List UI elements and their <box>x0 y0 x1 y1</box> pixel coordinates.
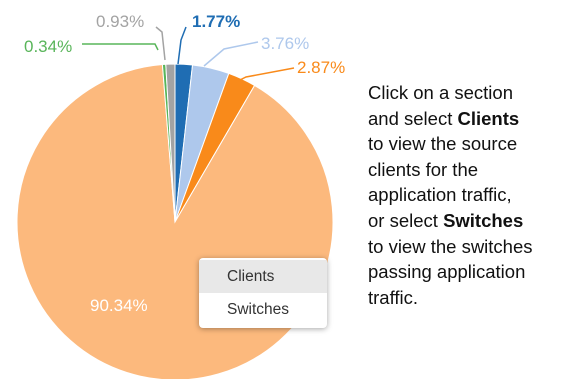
context-menu: Clients Switches <box>199 258 327 328</box>
instructions-line: passing application <box>368 261 526 283</box>
instructions-line: to view the switches <box>368 235 533 257</box>
instructions-line: to view the source <box>368 133 518 155</box>
leader-line <box>203 41 259 67</box>
leader-line <box>177 26 187 65</box>
instructions-line: and select Clients <box>368 106 580 132</box>
menu-item-switches[interactable]: Switches <box>199 293 327 326</box>
instructions-line: or select Switches <box>368 208 580 234</box>
instructions-text-fragment: and select <box>368 107 458 129</box>
instructions-bold-clients: Clients <box>457 107 520 129</box>
instructions-bold-switches: Switches <box>443 209 524 231</box>
instructions-line: clients for the <box>368 158 479 180</box>
slice-label: 0.34% <box>24 37 72 56</box>
slice-label: 90.34% <box>90 296 148 315</box>
instructions-line: traffic. <box>368 286 419 308</box>
instructions-line: Click on a section <box>368 82 513 103</box>
slice-label: 2.87% <box>297 58 345 77</box>
menu-item-clients[interactable]: Clients <box>199 260 327 293</box>
instructions-text: Click on a section and select Clients to… <box>368 80 580 310</box>
instructions-text-fragment: or select <box>368 209 444 231</box>
slice-label: 3.76% <box>261 34 309 53</box>
leader-line <box>155 26 166 61</box>
slice-label: 0.93% <box>96 12 144 31</box>
instructions-line: application traffic, <box>368 184 512 206</box>
slice-label: 1.77% <box>192 12 240 31</box>
leader-line <box>82 43 159 51</box>
